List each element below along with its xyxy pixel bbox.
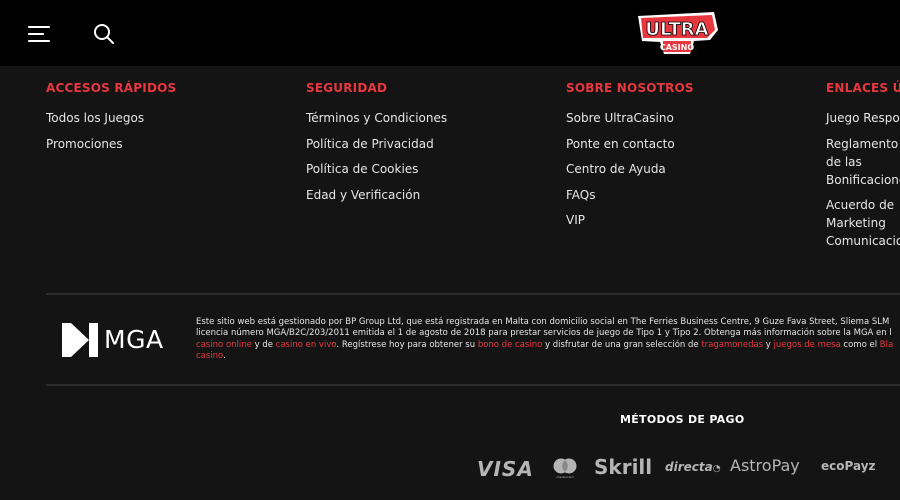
footer-link-acuerdo-marketing[interactable]: Acuerdo de Marketing Comunicaciones [826, 196, 900, 250]
link-bono-de-casino[interactable]: bono de casino [478, 340, 542, 350]
link-casino-online[interactable]: casino online [196, 340, 252, 350]
license-line-1: Este sitio web está gestionado por BP Gr… [196, 317, 890, 327]
directa-logo: directa◔ [665, 460, 721, 474]
footer-link-privacidad[interactable]: Política de Privacidad [306, 135, 526, 153]
footer-link-terminos[interactable]: Términos y Condiciones [306, 109, 526, 127]
search-icon[interactable] [92, 22, 116, 46]
mga-logo-text: MGA [104, 325, 164, 354]
link-casino-en-vivo[interactable]: casino en vivo [276, 340, 337, 350]
link-juegos-de-mesa[interactable]: juegos de mesa [774, 340, 841, 350]
link-blackjack[interactable]: Bla [880, 340, 893, 350]
column-title: SOBRE NOSOTROS [566, 81, 694, 95]
footer-column-seguridad: SEGURIDAD Términos y Condiciones Polític… [306, 81, 526, 211]
footer-link-faqs[interactable]: FAQs [566, 186, 786, 204]
mastercard-logo: mastercard [552, 458, 578, 480]
footer-column-enlaces-utiles: ENLACES ÚTILES Juego Responsable Reglame… [826, 81, 900, 258]
license-fragment: como el [840, 339, 880, 350]
footer-link-reglamento-bonificaciones[interactable]: Reglamento de las Bonificaciones [826, 135, 900, 189]
license-fragment: y [763, 339, 774, 350]
link-casino[interactable]: casino [196, 351, 223, 361]
footer-link-label: Reglamento de las Bonificaciones [826, 136, 900, 187]
footer-link-contacto[interactable]: Ponte en contacto [566, 135, 786, 153]
mga-logo[interactable]: MGA [62, 322, 174, 358]
mga-mark-icon [62, 323, 98, 357]
license-text: Este sitio web está gestionado por BP Gr… [196, 317, 900, 362]
footer-link-centro-ayuda[interactable]: Centro de Ayuda [566, 160, 786, 178]
logo-ultra-text: ULTRA [645, 19, 708, 40]
divider [46, 384, 900, 386]
hamburger-menu-icon[interactable] [28, 24, 52, 44]
astropay-logo: AstroPay [730, 456, 800, 475]
license-line-3: casino online y de casino en vivo. Regís… [196, 340, 900, 351]
ecopayz-logo: ecoPayz [821, 459, 876, 473]
mastercard-caption: mastercard [556, 475, 574, 479]
logo-casino-text: CASINO [660, 43, 694, 52]
license-fragment: . [223, 350, 226, 361]
mastercard-circles-icon [553, 458, 577, 474]
ultracasino-logo[interactable]: ULTRA CASINO [634, 10, 720, 56]
footer-link-todos-los-juegos[interactable]: Todos los Juegos [46, 109, 266, 127]
skrill-logo: Skrill [594, 455, 653, 479]
column-title: ENLACES ÚTILES [826, 81, 900, 95]
footer-link-promociones[interactable]: Promociones [46, 135, 266, 153]
footer-column-accesos-rapidos: ACCESOS RÁPIDOS Todos los Juegos Promoci… [46, 81, 266, 160]
license-fragment: . Regístrese hoy para obtener su [336, 339, 478, 350]
footer-link-edad-verificacion[interactable]: Edad y Verificación [306, 186, 526, 204]
footer-column-sobre-nosotros: SOBRE NOSOTROS Sobre UltraCasino Ponte e… [566, 81, 786, 237]
footer-link-cookies[interactable]: Política de Cookies [306, 160, 526, 178]
footer-link-juego-responsable[interactable]: Juego Responsable [826, 109, 900, 127]
column-title: ACCESOS RÁPIDOS [46, 81, 177, 95]
footer-link-sobre-ultracasino[interactable]: Sobre UltraCasino [566, 109, 786, 127]
divider [46, 293, 900, 295]
column-title: SEGURIDAD [306, 81, 388, 95]
directa-text: directa [665, 460, 713, 474]
top-header: ULTRA CASINO [0, 0, 900, 66]
license-line-2: licencia número MGA/B2C/203/2011 emitida… [196, 328, 892, 339]
license-fragment: y disfrutar de una gran selección de [542, 339, 702, 350]
license-fragment: y de [251, 339, 276, 350]
payment-methods-title: MÉTODOS DE PAGO [620, 413, 745, 426]
visa-logo: VISA [477, 457, 534, 481]
license-line-4: casino. [196, 351, 900, 362]
footer-link-label: Acuerdo de Marketing Comunicaciones [826, 198, 900, 248]
link-tragamonedas[interactable]: tragamonedas [701, 340, 763, 350]
footer-link-vip[interactable]: VIP [566, 211, 786, 229]
